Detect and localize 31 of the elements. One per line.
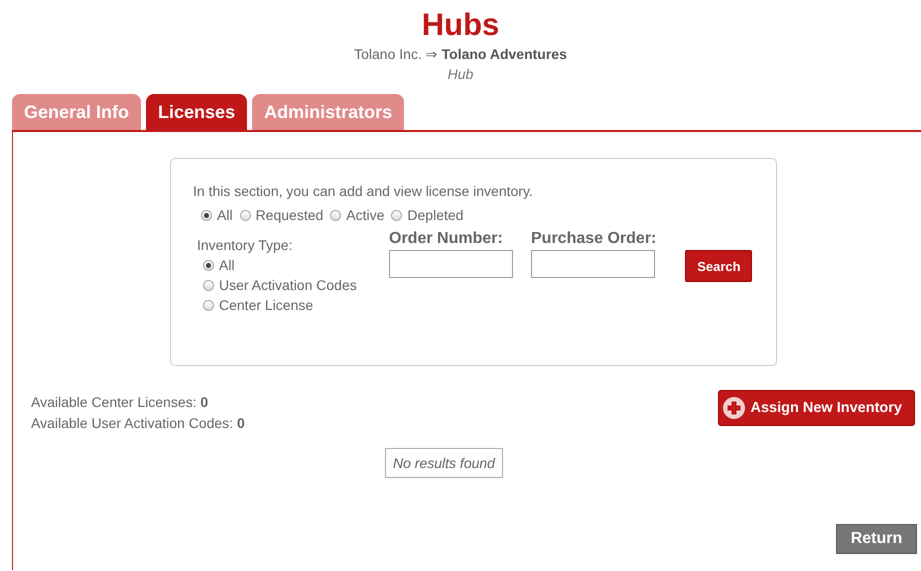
radio-label: Requested bbox=[256, 207, 324, 223]
radio-button[interactable] bbox=[203, 280, 214, 290]
radio-label: Center License bbox=[219, 297, 314, 313]
radio-button[interactable] bbox=[330, 210, 342, 220]
radio-button[interactable] bbox=[240, 210, 251, 220]
inventory-type-label: Inventory Type: bbox=[197, 237, 294, 253]
page-subtitle: Hub bbox=[448, 65, 474, 84]
radio-label: User Activation Codes bbox=[219, 277, 357, 293]
intro-text: In this section, you can add and view license inventory. bbox=[193, 183, 534, 199]
radio-button[interactable] bbox=[203, 260, 214, 270]
radio-label: All bbox=[217, 207, 233, 223]
radio-button[interactable] bbox=[201, 210, 212, 220]
count-text: Available User Activation Codes: 0 bbox=[31, 414, 245, 433]
radio-label: Active bbox=[346, 207, 384, 223]
plus-icon bbox=[722, 397, 745, 419]
input-field[interactable] bbox=[389, 250, 513, 278]
field-label: Order Number: bbox=[389, 230, 504, 248]
breadcrumb: Tolano Inc. ⇒ Tolano Adventures bbox=[354, 45, 567, 64]
assign-inventory-button[interactable]: Assign New Inventory bbox=[718, 390, 915, 426]
radio-button[interactable] bbox=[391, 210, 402, 220]
count-text: Available Center Licenses: 0 bbox=[31, 393, 210, 412]
tab[interactable]: Licenses bbox=[146, 94, 248, 130]
page-title: Hubs bbox=[422, 6, 500, 44]
input-field[interactable] bbox=[531, 250, 655, 278]
field-label: Purchase Order: bbox=[531, 230, 656, 248]
radio-label: Depleted bbox=[407, 207, 464, 223]
radio-button[interactable] bbox=[203, 300, 214, 310]
return-button[interactable]: Return bbox=[836, 524, 917, 554]
empty-message: No results found bbox=[385, 448, 503, 478]
search-button[interactable]: Search bbox=[685, 250, 752, 282]
radio-label: All bbox=[219, 257, 235, 273]
